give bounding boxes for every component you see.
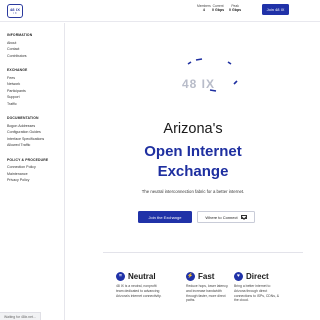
stat-members: Members 4 (197, 4, 211, 13)
stat-peak: Peak 0 Gbps (229, 4, 241, 13)
sidebar-section-policy: POLICY & PROCEDURE Connection Policy Mai… (7, 158, 64, 184)
browser-status-bar: Waiting for 48ix.net... (0, 312, 41, 320)
logo-subtext: I X (13, 11, 17, 15)
envelope-icon (240, 214, 247, 220)
sidebar-section-documentation: DOCUMENTATION Bogon Addresses Configurat… (7, 116, 64, 149)
feature-fast: ⚡ Fast Reduce hops, lower latency, and i… (186, 271, 234, 303)
sidebar-item-allowed-traffic[interactable]: Allowed Traffic (7, 142, 64, 149)
feature-title: Fast (198, 271, 215, 281)
feature-direct: ♥ Direct Bring a better internet to Ariz… (234, 271, 282, 303)
sidebar-item-privacy-policy[interactable]: Privacy Policy (7, 177, 64, 184)
section-divider (103, 252, 303, 253)
equals-icon: = (116, 271, 125, 281)
hero-title-emphasis: Open Internet Exchange (66, 142, 320, 182)
feature-title: Neutral (128, 271, 156, 281)
stat-value: 4 (202, 8, 205, 12)
stat-value: 0 Gbps (212, 8, 225, 12)
sidebar-section-information: INFORMATION About Contact Contributors (7, 33, 64, 59)
hero-tagline: The neutral interconnection fabric for a… (141, 189, 245, 194)
hero-title-line1: Arizona's (163, 121, 223, 137)
sidebar-section-title: EXCHANGE (7, 68, 28, 72)
feature-neutral: = Neutral 48 IX is a neutral, nonprofit … (116, 271, 164, 298)
feature-description: 48 IX is a neutral, nonprofit team dedic… (116, 284, 162, 298)
join-button[interactable]: Join 48 IX (262, 4, 289, 15)
hero-title-line3: Exchange (157, 163, 229, 180)
feature-description: Reduce hops, lower latency, and increase… (186, 284, 229, 303)
hero-graphic-text: 48 IX (182, 77, 216, 91)
where-to-connect-label: Where to Connect (205, 214, 238, 220)
bolt-icon: ⚡ (186, 271, 195, 281)
where-to-connect-button[interactable]: Where to Connect (197, 211, 255, 223)
join-exchange-button[interactable]: Join the Exchange (138, 211, 192, 223)
logo[interactable]: 48 IX I X (7, 4, 23, 18)
sidebar-section-title: INFORMATION (7, 33, 33, 37)
sidebar-item-contributors[interactable]: Contributors (7, 53, 64, 60)
sidebar-section-title: POLICY & PROCEDURE (7, 157, 49, 162)
sidebar-item-traffic[interactable]: Traffic (7, 101, 64, 108)
sidebar-section-exchange: EXCHANGE Fees Network Participants Suppo… (7, 68, 64, 107)
feature-description: Bring a better internet to Arizona throu… (234, 284, 280, 303)
sidebar: INFORMATION About Contact Contributors E… (0, 23, 65, 320)
stat-value: 0 Gbps (229, 8, 242, 12)
top-header: 48 IX I X Members 4 Current 0 Gbps Peak … (0, 0, 320, 22)
sidebar-section-title: DOCUMENTATION (7, 116, 39, 120)
join-exchange-label: Join the Exchange (148, 214, 182, 220)
heart-icon: ♥ (234, 271, 243, 281)
feature-title: Direct (246, 271, 269, 281)
stat-current: Current 0 Gbps (212, 4, 224, 13)
main-content: 48 IX Arizona's Open Internet Exchange T… (66, 23, 320, 320)
hero-title-line2: Open Internet (144, 143, 242, 160)
